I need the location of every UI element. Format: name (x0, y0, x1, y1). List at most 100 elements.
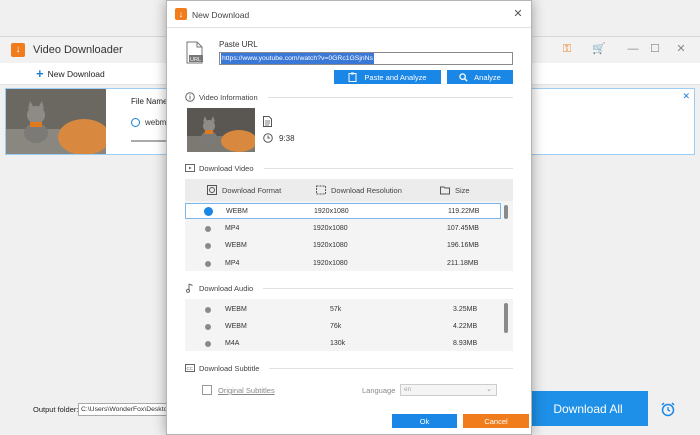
maximize-icon[interactable]: ☐ (648, 42, 662, 56)
svg-text:URL: URL (190, 57, 201, 63)
download-subtitle-heading: Download Subtitle (199, 363, 260, 373)
analyze-button[interactable]: Analyze (447, 70, 513, 84)
resolution-header-label: Download Resolution (331, 185, 402, 195)
scrollbar-thumb[interactable] (504, 205, 508, 219)
video-format-row[interactable]: WEBM 1920x1080 196.16MB (185, 238, 501, 254)
resolution-cell: 1920x1080 (313, 260, 348, 267)
resolution-column-header: Download Resolution (316, 185, 402, 195)
video-format-row[interactable]: MP4 1920x1080 107.45MB (185, 221, 501, 237)
video-thumbnail (6, 89, 106, 154)
minimize-icon[interactable]: — (626, 42, 640, 56)
format-cell: M4A (225, 340, 240, 347)
video-format-row[interactable]: WEBM 1920x1080 119.22MB (185, 203, 501, 219)
language-value: en (404, 386, 412, 393)
dialog-logo-icon: ↓ (175, 8, 187, 20)
dialog-title: New Download (192, 10, 250, 20)
output-folder-label: Output folder: (33, 405, 79, 414)
key-icon[interactable]: ⚿ (560, 42, 574, 56)
video-format-row[interactable]: MP4 1920x1080 211.18MB (185, 256, 501, 272)
size-cell: 119.22MB (448, 208, 480, 215)
new-download-label: New Download (47, 69, 105, 79)
chevron-down-icon: ⌄ (486, 386, 492, 393)
video-format-table: Download Format Download Resolution Size… (185, 179, 513, 271)
radio-dot-icon (205, 261, 211, 267)
video-information-section: Video Information (185, 91, 513, 103)
video-table-header: Download Format Download Resolution Size (185, 179, 513, 201)
url-input[interactable]: https://www.youtube.com/watch?v=0GRc1GSj… (219, 52, 513, 65)
size-cell: 196.16MB (447, 242, 479, 249)
document-icon (263, 116, 272, 127)
audio-format-row[interactable]: M4A 130k 8.93MB (185, 336, 501, 352)
resolution-cell: 1920x1080 (313, 225, 348, 232)
new-download-dialog: ↓ New Download ✕ URL Paste URL https://w… (166, 0, 532, 435)
scrollbar-thumb[interactable] (504, 303, 508, 333)
music-note-icon (185, 283, 193, 293)
download-all-button[interactable]: Download All (528, 391, 648, 426)
radio-dot-icon (205, 307, 211, 313)
video-table-scrollbar[interactable] (501, 201, 513, 271)
video-information-heading: Video Information (199, 92, 258, 102)
alarm-clock-icon[interactable] (660, 401, 676, 417)
format-column-header: Download Format (207, 185, 281, 195)
new-download-button[interactable]: + New Download (36, 67, 105, 81)
audio-format-table: WEBM 57k 3.25MB WEBM 76k 4.22MB M4A 130k… (185, 299, 513, 351)
clock-icon (263, 133, 273, 143)
app-close-icon[interactable]: ✕ (674, 42, 688, 56)
size-cell: 107.45MB (447, 225, 479, 232)
format-icon (131, 118, 140, 127)
format-cell: WEBM (226, 208, 248, 215)
clipboard-icon (348, 72, 357, 82)
format-indicator: webm (131, 118, 166, 127)
cancel-button[interactable]: Cancel (463, 414, 529, 428)
plus-icon: + (36, 66, 44, 81)
resolution-cell: 1920x1080 (314, 208, 349, 215)
url-file-icon: URL (186, 41, 203, 64)
info-icon (185, 92, 195, 102)
size-header-label: Size (455, 185, 470, 195)
ok-button[interactable]: Ok (392, 414, 457, 428)
audio-format-row[interactable]: WEBM 76k 4.22MB (185, 319, 501, 335)
progress-bar (131, 140, 171, 142)
size-cell: 8.93MB (453, 340, 478, 347)
video-preview-thumbnail (187, 108, 255, 152)
audio-table-scrollbar[interactable] (501, 299, 513, 351)
download-subtitle-section: CC Download Subtitle (185, 362, 513, 374)
audio-format-row[interactable]: WEBM 57k 3.25MB (185, 302, 501, 318)
size-cell: 4.22MB (453, 323, 478, 330)
download-video-heading: Download Video (199, 163, 254, 173)
format-cell: WEBM (225, 323, 247, 330)
download-audio-heading: Download Audio (199, 283, 254, 293)
video-icon (185, 164, 195, 172)
dialog-titlebar: ↓ New Download ✕ (167, 1, 531, 28)
remove-item-icon[interactable]: ✕ (682, 91, 690, 102)
format-cell: MP4 (225, 225, 240, 232)
original-subtitles-checkbox[interactable] (202, 385, 212, 395)
original-subtitles-label[interactable]: Original Subtitles (218, 386, 275, 395)
bitrate-cell: 130k (330, 340, 346, 347)
paste-and-analyze-button[interactable]: Paste and Analyze (334, 70, 441, 84)
download-audio-section: Download Audio (185, 282, 513, 294)
resolution-cell: 1920x1080 (313, 242, 348, 249)
dialog-close-icon[interactable]: ✕ (512, 8, 524, 20)
language-select[interactable]: en ⌄ (400, 384, 497, 396)
radio-dot-icon (205, 324, 211, 330)
output-folder-field[interactable]: C:\Users\WonderFox\Desktop (78, 403, 170, 416)
app-title: Video Downloader (33, 44, 123, 56)
language-label: Language (362, 386, 396, 395)
download-video-section: Download Video (185, 162, 513, 174)
bitrate-cell: 57k (330, 306, 342, 313)
analyze-label: Analyze (474, 72, 501, 82)
radio-dot-icon (205, 226, 211, 232)
size-column-header: Size (440, 185, 470, 195)
folder-icon (440, 186, 450, 195)
format-header-label: Download Format (222, 185, 282, 195)
video-duration: 9:38 (279, 134, 295, 143)
size-cell: 211.18MB (447, 260, 479, 267)
closed-caption-icon: CC (185, 364, 195, 372)
paste-url-label: Paste URL (219, 40, 258, 49)
file-name-label: File Name: (131, 97, 170, 106)
selected-check-icon (204, 207, 213, 216)
search-icon (459, 72, 468, 82)
cart-icon[interactable]: 🛒 (592, 42, 606, 56)
format-value: webm (145, 118, 167, 127)
